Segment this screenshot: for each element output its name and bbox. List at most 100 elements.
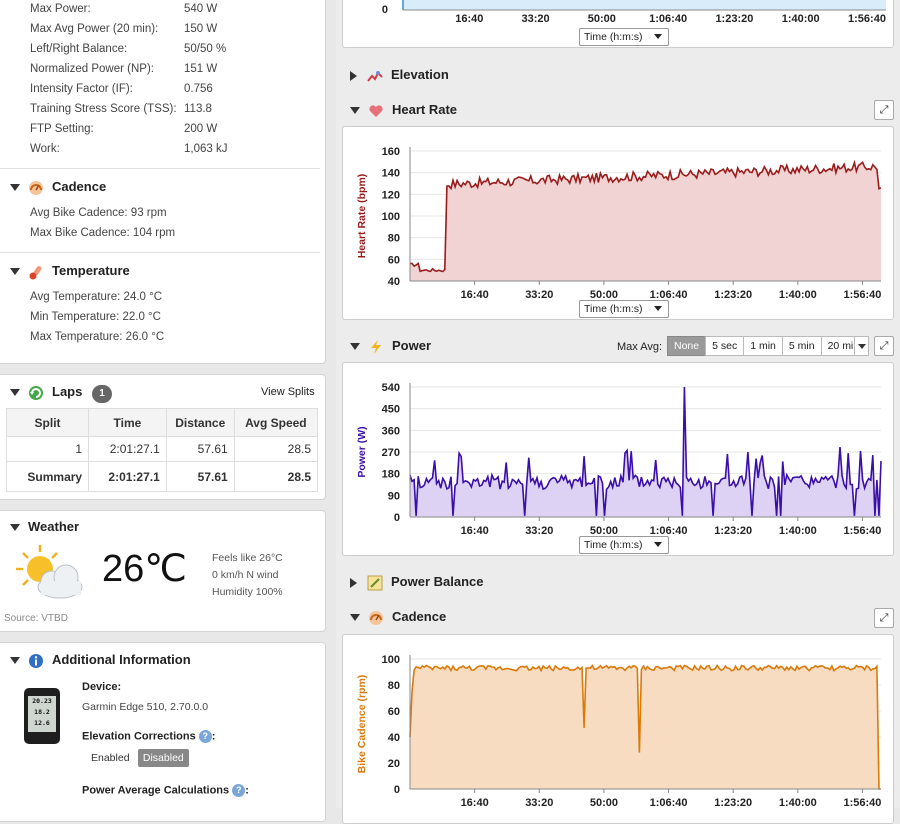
power-stat-row: Left/Right Balance: 50/50 %: [30, 43, 226, 55]
power-stat-row: Training Stress Score (TSS): 113.8: [30, 103, 212, 115]
max-avg-option[interactable]: 5 sec: [705, 336, 745, 356]
y-tick-label: 80: [388, 680, 400, 692]
x-tick-label: 1:56:40: [843, 525, 881, 537]
help-icon[interactable]: ?: [232, 784, 246, 797]
elevation-header[interactable]: Elevation: [350, 67, 449, 84]
temperature-section-header[interactable]: Temperature: [10, 263, 130, 280]
cadence-chart-header[interactable]: Cadence: [350, 609, 446, 626]
view-splits-link[interactable]: View Splits: [261, 386, 315, 398]
cadence-chart-title: Cadence: [392, 609, 447, 624]
stat-label: Max Bike Cadence:: [30, 227, 133, 239]
stat-value: 93 rpm: [130, 207, 167, 219]
elevation-disabled-option[interactable]: Disabled: [137, 749, 189, 767]
top-chart-ytick: 0: [382, 4, 388, 16]
stat-label: Max Avg Power (20 min):: [30, 23, 159, 35]
expand-arrow-icon: [350, 577, 357, 588]
weather-header[interactable]: Weather: [10, 519, 79, 534]
stat-value: 50/50 %: [184, 43, 227, 55]
heart-rate-header[interactable]: Heart Rate: [350, 102, 457, 119]
cadence-chart: 0 20 40 60 80 100 16:40 33:20 50:00 1:06:40 1:23:2…: [356, 654, 881, 808]
table-cell: 1: [5, 436, 90, 462]
table-row[interactable]: 1 2:01:27.1 57.61 28.5: [5, 436, 319, 462]
expand-chart-icon[interactable]: ⤢: [874, 608, 894, 628]
device-screen-line: 12.6: [34, 719, 50, 727]
max-avg-option[interactable]: 5 min: [781, 336, 822, 356]
time-axis-select[interactable]: Time (h:m:s): [579, 536, 669, 554]
x-tick-label: 1:06:40: [650, 797, 688, 808]
y-tick-label: 180: [382, 469, 400, 481]
max-avg-dropdown-button[interactable]: [854, 336, 869, 356]
x-tick-label: 16:40: [461, 289, 489, 301]
collapse-arrow-icon: [10, 657, 20, 665]
laps-column-header[interactable]: Distance: [165, 408, 235, 437]
laps-column-header[interactable]: Time: [88, 408, 167, 437]
stat-value: 200 W: [184, 123, 218, 135]
x-tick-label: 33:20: [525, 525, 553, 537]
stat-value: 540 W: [184, 3, 218, 15]
expand-chart-icon[interactable]: ⤢: [874, 100, 894, 120]
left-column: Cadence Temperature Laps 1 View Splits S…: [0, 0, 336, 822]
y-tick-label: 90: [388, 490, 400, 502]
cadence-section-header[interactable]: Cadence: [10, 179, 106, 196]
collapse-arrow-icon: [350, 107, 360, 115]
x-tick-label: 1:06:40: [649, 13, 687, 25]
time-axis-select[interactable]: Time (h:m:s): [579, 300, 669, 318]
time-axis-select[interactable]: Time (h:m:s): [579, 28, 669, 46]
power-title: Power: [392, 338, 432, 353]
collapse-arrow-icon: [10, 184, 20, 192]
y-tick-label: 450: [382, 404, 400, 416]
power-stat-row: Max Power: 540 W: [30, 3, 217, 15]
collapse-arrow-icon: [10, 524, 20, 532]
x-tick-label: 33:20: [521, 13, 549, 25]
power-balance-header[interactable]: Power Balance: [350, 574, 484, 591]
cadence-icon: [29, 180, 43, 195]
stat-value: 151 W: [184, 63, 218, 75]
max-avg-option[interactable]: None: [667, 336, 707, 356]
stat-label: Work:: [30, 143, 60, 155]
x-tick-label: 16:40: [461, 797, 489, 808]
x-tick-label: 16:40: [461, 525, 489, 537]
x-tick-label: 1:56:40: [843, 289, 881, 301]
laps-column-header[interactable]: Avg Speed: [233, 408, 319, 437]
x-tick-label: 1:56:40: [843, 797, 881, 808]
y-tick-label: 60: [388, 706, 400, 718]
x-tick-label: 1:56:40: [848, 13, 886, 25]
temperature-stat-row: Avg Temperature: 24.0 °C: [30, 291, 162, 303]
laps-header[interactable]: Laps 1: [10, 384, 112, 403]
elevation-enabled-option[interactable]: Enabled: [86, 749, 135, 767]
dropdown-caret-icon: [654, 306, 662, 311]
cadence-icon: [369, 610, 383, 625]
laps-column-header[interactable]: Split: [5, 408, 90, 437]
y-tick-label: 0: [394, 784, 400, 796]
help-icon[interactable]: ?: [198, 730, 212, 743]
laps-table: Split Time Distance Avg Speed 1 2:01:27.1 57.…: [5, 408, 319, 492]
expand-chart-icon[interactable]: ⤢: [874, 336, 894, 356]
device-screen-line: 18.2: [34, 708, 50, 716]
power-header[interactable]: Power: [350, 338, 431, 355]
summary-cell: 57.61: [165, 461, 235, 492]
y-tick-label: 60: [388, 254, 400, 266]
heart-rate-title: Heart Rate: [392, 102, 458, 117]
y-tick-label: 20: [388, 758, 400, 770]
weather-humidity: Humidity 100%: [212, 586, 283, 598]
max-avg-option[interactable]: 1 min: [743, 336, 783, 356]
temperature-section-title: Temperature: [52, 263, 130, 278]
partly-cloudy-icon: [16, 545, 83, 599]
elevation-icon: [367, 70, 383, 82]
additional-info-header[interactable]: Additional Information: [10, 652, 191, 669]
x-tick-label: 1:40:00: [779, 289, 817, 301]
stat-label: Avg Temperature:: [30, 291, 124, 303]
weather-source: Source: VTBD: [4, 613, 68, 624]
lightning-icon: [371, 339, 381, 354]
cadence-stat-row: Avg Bike Cadence: 93 rpm: [30, 207, 167, 219]
y-axis-label: Bike Cadence (rpm): [356, 675, 368, 774]
collapse-arrow-icon: [350, 343, 360, 351]
stat-value: 1,063 kJ: [184, 143, 228, 155]
y-tick-label: 40: [388, 276, 400, 288]
y-tick-label: 0: [394, 512, 400, 524]
device-screen-line: 20.23: [32, 697, 52, 705]
x-tick-label: 1:23:20: [714, 797, 752, 808]
weather-feels-like: Feels like 26°C: [212, 552, 283, 564]
laps-title: Laps: [52, 384, 83, 399]
temperature-stat-row: Min Temperature: 22.0 °C: [30, 311, 161, 323]
